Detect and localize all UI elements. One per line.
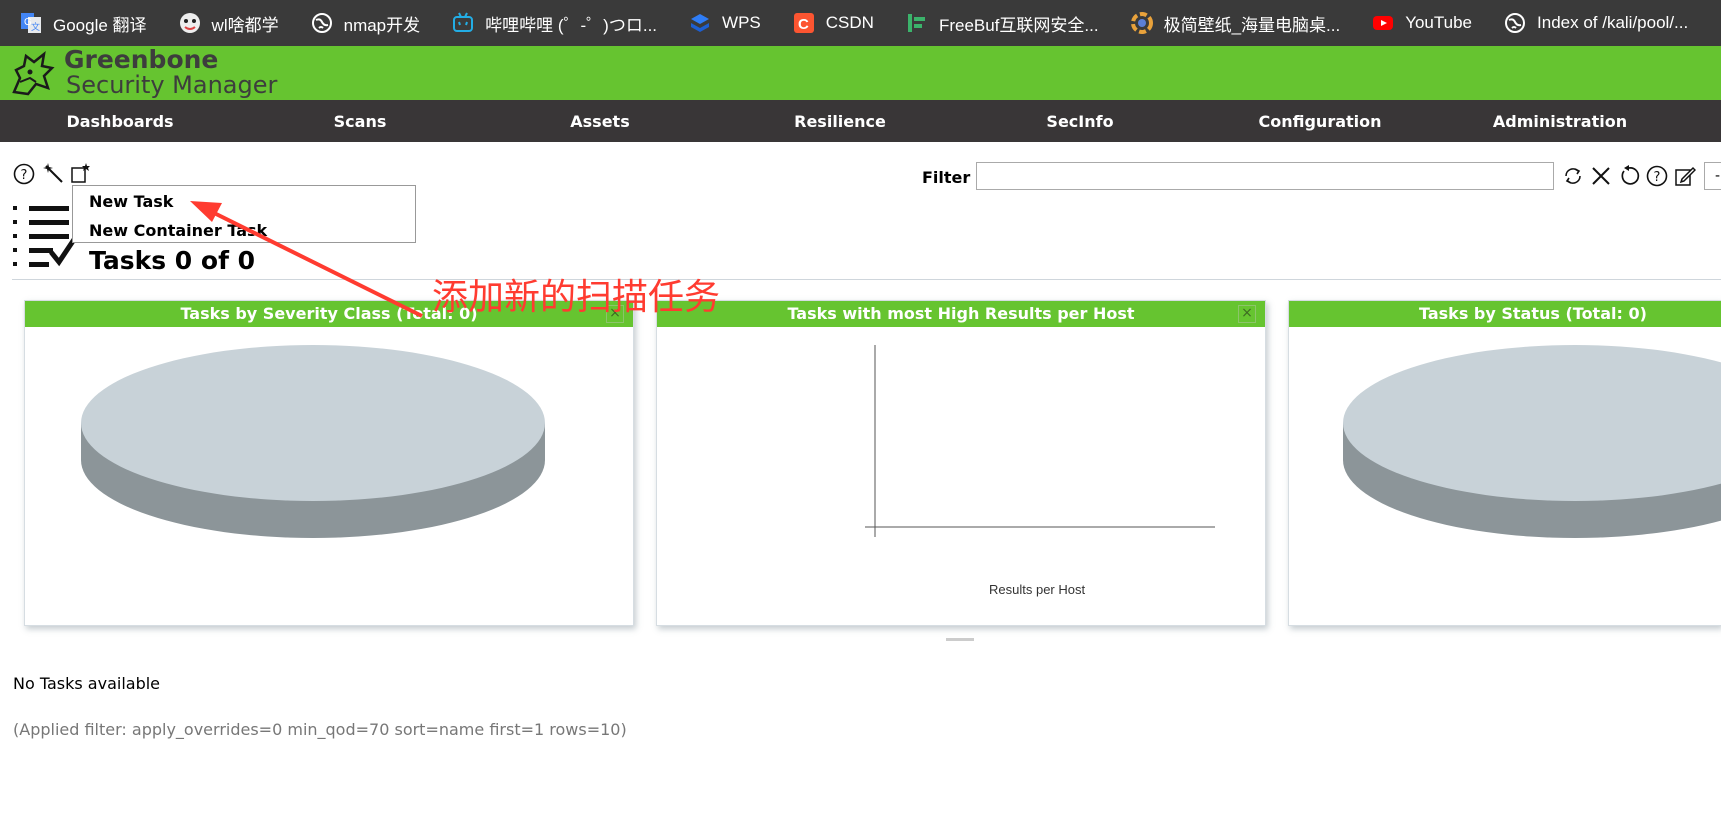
refresh-icon[interactable] [1562,165,1584,187]
wallpaper-icon [1130,12,1153,34]
x-axis-label: Results per Host [989,582,1086,597]
resize-handle[interactable] [946,638,974,641]
bookmark-nmap[interactable]: nmap开发 [291,0,433,46]
bookmark-label: WPS [722,13,761,32]
youtube-icon [1372,12,1394,34]
menu-item-new-container-task[interactable]: New Container Task [89,221,267,240]
bookmark-label: YouTube [1405,13,1473,32]
bar-chart-high-results [865,345,1215,537]
panel-title: Tasks by Status (Total: 0) [1289,301,1721,327]
nav-resilience[interactable]: Resilience [794,112,886,131]
bookmark-label: 极简壁纸_海量电脑桌... [1163,15,1341,35]
bookmark-kali-index[interactable]: Index of /kali/pool/... [1484,0,1700,46]
greenbone-logo-icon[interactable] [6,48,58,98]
avatar-icon [179,12,201,34]
svg-text:?: ? [1654,170,1661,185]
pie-chart-severity [81,345,545,538]
reset-filter-icon[interactable] [1618,165,1640,187]
nav-scans[interactable]: Scans [334,112,387,131]
globe-icon [311,12,333,34]
close-icon[interactable]: × [1238,305,1256,323]
brand-name: Greenbone [64,45,219,74]
svg-text:文: 文 [31,21,40,32]
empty-message: No Tasks available [13,674,161,693]
filter-input[interactable] [976,162,1554,190]
pie-chart-status [1343,345,1721,538]
bookmark-freebuf[interactable]: FreeBuf互联网安全... [886,0,1111,46]
dashboard-panel-severity: Tasks by Severity Class (Total: 0) × [24,300,634,626]
globe-icon [1504,12,1526,34]
google-translate-icon: G文 [20,12,42,34]
applied-filter-text: (Applied filter: apply_overrides=0 min_q… [13,720,627,739]
pie-top [81,345,545,501]
filter-select[interactable]: - [1704,162,1721,190]
edit-filter-icon[interactable] [1674,165,1696,187]
wizard-icon[interactable] [42,162,64,184]
filter-help-icon[interactable]: ? [1646,165,1668,187]
app-header: Greenbone Security Manager [0,45,1721,100]
freebuf-icon [906,12,928,34]
bookmark-label: nmap开发 [343,15,421,35]
nav-administration[interactable]: Administration [1493,112,1627,131]
dashboard-panel-high-results: Tasks with most High Results per Host × … [656,300,1266,626]
bilibili-icon [452,12,474,34]
svg-text:?: ? [21,168,28,183]
annotation-text: 添加新的扫描任务 [432,277,721,318]
bookmark-wl[interactable]: wl啥都学 [159,0,291,46]
bookmark-label: wl啥都学 [211,15,279,35]
panel-title: Tasks with most High Results per Host [657,301,1265,327]
bookmark-label: CSDN [825,13,874,32]
bookmark-label: Google 翻译 [53,15,147,35]
help-icon[interactable]: ? [13,163,35,185]
main-nav: Dashboards Scans Assets Resilience SecIn… [0,100,1721,142]
brand-subtitle: Security Manager [66,71,278,99]
nav-secinfo[interactable]: SecInfo [1046,112,1113,131]
bookmarks-bar: G文 Google 翻译 wl啥都学 nmap开发 哔哩哔哩 (゜-゜)つロ..… [0,0,1721,46]
page-title: Tasks 0 of 0 [89,246,256,275]
bookmark-label: 哔哩哔哩 (゜-゜)つロ... [485,15,658,35]
new-task-icon[interactable] [70,162,92,184]
bookmark-youtube[interactable]: YouTube [1352,0,1484,46]
filter-label: Filter [922,168,971,187]
nav-configuration[interactable]: Configuration [1258,112,1381,131]
dashboard-panel-status: Tasks by Status (Total: 0) [1288,300,1721,626]
bookmark-wallpaper[interactable]: 极简壁纸_海量电脑桌... [1111,0,1353,46]
nav-assets[interactable]: Assets [570,112,629,131]
clear-filter-icon[interactable] [1590,165,1612,187]
wps-icon [689,12,711,34]
bookmark-label: Index of /kali/pool/... [1537,13,1689,32]
csdn-icon: C [793,12,815,34]
bookmark-wps[interactable]: WPS [669,0,773,46]
new-task-menu: New Task New Container Task [72,185,416,243]
bookmark-google-translate[interactable]: G文 Google 翻译 [0,0,159,46]
title-divider [12,279,1721,280]
nav-dashboards[interactable]: Dashboards [66,112,173,131]
bookmark-bilibili[interactable]: 哔哩哔哩 (゜-゜)つロ... [432,0,669,46]
bookmark-label: FreeBuf互联网安全... [938,15,1099,35]
svg-text:C: C [798,16,809,33]
bookmark-csdn[interactable]: C CSDN [773,0,886,46]
menu-item-new-task[interactable]: New Task [89,192,173,211]
